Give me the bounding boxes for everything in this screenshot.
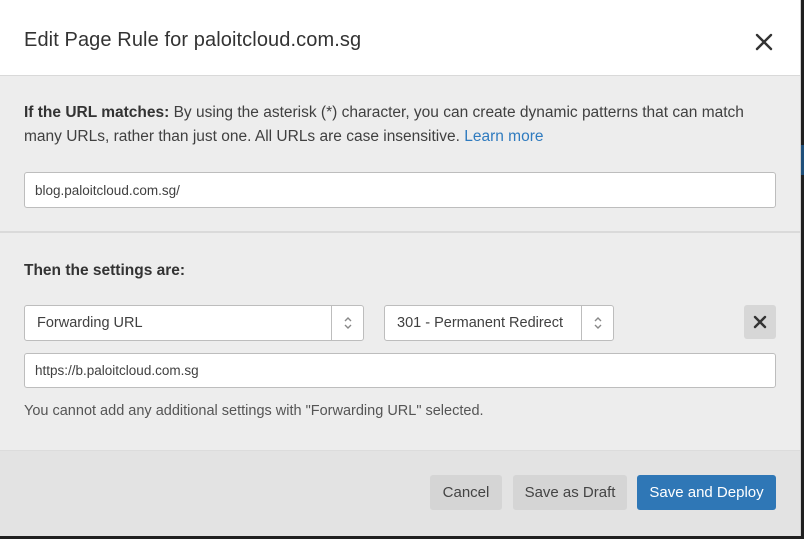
setting-type-arrow [331,306,363,340]
cancel-button[interactable]: Cancel [430,475,502,510]
setting-type-value: Forwarding URL [37,315,143,331]
status-code-arrow [581,306,613,340]
url-match-section: If the URL matches: By using the asteris… [0,76,800,233]
settings-note: You cannot add any additional settings w… [24,403,484,419]
dialog-header: Edit Page Rule for paloitcloud.com.sg [0,0,800,76]
sort-arrows-icon [344,317,352,329]
save-and-deploy-button[interactable]: Save and Deploy [637,475,776,510]
settings-section: Then the settings are: Forwarding URL 30… [0,233,800,451]
settings-heading: Then the settings are: [24,262,186,279]
edit-page-rule-dialog: Edit Page Rule for paloitcloud.com.sg If… [0,0,801,536]
dialog-title: Edit Page Rule for paloitcloud.com.sg [24,29,362,51]
sort-arrows-icon [594,317,602,329]
setting-type-select[interactable]: Forwarding URL [24,305,364,341]
dialog-footer: Cancel Save as Draft Save and Deploy [0,451,800,536]
url-pattern-input[interactable] [24,172,776,208]
close-icon [753,315,767,329]
status-code-value: 301 - Permanent Redirect [397,315,564,331]
url-match-heading: If the URL matches: [24,104,170,121]
save-as-draft-button[interactable]: Save as Draft [513,475,627,510]
destination-url-input[interactable] [24,353,776,388]
learn-more-link[interactable]: Learn more [464,128,543,145]
close-icon[interactable] [752,30,776,54]
url-match-description: If the URL matches: By using the asteris… [24,101,776,149]
status-code-select[interactable]: 301 - Permanent Redirect [384,305,614,341]
remove-setting-button[interactable] [744,305,776,339]
